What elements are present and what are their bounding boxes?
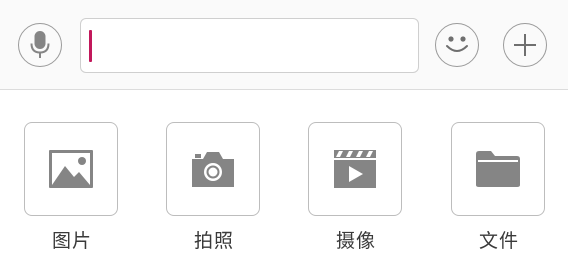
action-image-label: 图片 [51, 230, 92, 252]
plus-icon [514, 34, 536, 56]
camera-icon [192, 152, 234, 187]
folder-icon [476, 151, 520, 187]
voice-button[interactable] [18, 23, 62, 67]
action-camera[interactable]: 拍照 [166, 122, 262, 252]
message-input[interactable] [80, 18, 419, 73]
action-file-label: 文件 [478, 230, 519, 252]
more-button[interactable] [503, 23, 547, 67]
file-tile[interactable] [451, 122, 545, 216]
video-clapper-icon [334, 150, 376, 188]
microphone-icon [30, 31, 50, 58]
video-tile[interactable] [308, 122, 402, 216]
image-icon [49, 150, 93, 188]
input-toolbar [0, 0, 568, 90]
text-caret [89, 30, 92, 62]
smiley-face-icon [446, 36, 468, 52]
action-video[interactable]: 摄像 [308, 122, 404, 252]
action-image[interactable]: 图片 [24, 122, 120, 252]
image-tile[interactable] [24, 122, 118, 216]
action-file[interactable]: 文件 [451, 122, 547, 252]
emoji-button[interactable] [435, 23, 479, 67]
camera-tile[interactable] [166, 122, 260, 216]
action-camera-label: 拍照 [193, 230, 234, 252]
action-video-label: 摄像 [335, 230, 376, 252]
attachment-panel: 图片 拍照 摄像 文件 [0, 90, 568, 268]
